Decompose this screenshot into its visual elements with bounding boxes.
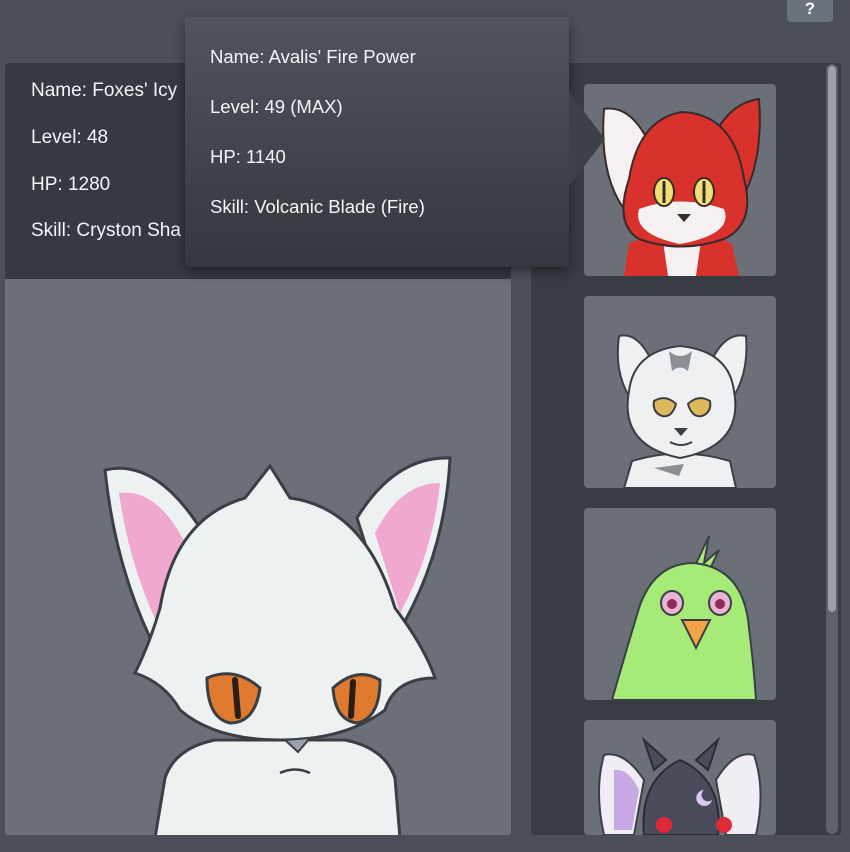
tooltip-level: Level: 49 (MAX): [210, 96, 343, 117]
white-cat-portrait-icon: [103, 456, 452, 835]
selected-name: Name: Foxes' Icy: [31, 80, 178, 101]
roster-card-2[interactable]: [584, 296, 776, 488]
green-bird-portrait-icon: [610, 535, 758, 700]
white-tiger-cat-portrait-icon: [616, 334, 748, 488]
roster-scrollbar-thumb[interactable]: [828, 66, 836, 612]
tooltip-hp: HP: 1140: [210, 146, 286, 167]
roster-scrollbar[interactable]: [826, 64, 838, 834]
tooltip-name: Name: Avalis' Fire Power: [210, 46, 416, 67]
red-fox-portrait-icon: [602, 97, 761, 276]
creature-tooltip: Name: Avalis' Fire Power Level: 49 (MAX)…: [185, 17, 605, 267]
selected-hp: HP: 1280: [31, 174, 111, 195]
roster-card-1[interactable]: [584, 84, 776, 276]
roster-card-3[interactable]: [584, 508, 776, 700]
dark-horned-creature-portrait-icon: [598, 736, 762, 835]
selected-skill: Skill: Cryston Sha: [31, 220, 181, 241]
selected-level: Level: 48: [31, 127, 109, 148]
roster-card-4[interactable]: [584, 720, 776, 835]
tooltip-skill: Skill: Volcanic Blade (Fire): [210, 196, 425, 217]
tooltip-arrow: [569, 92, 605, 186]
help-button[interactable]: ?: [787, 0, 833, 22]
